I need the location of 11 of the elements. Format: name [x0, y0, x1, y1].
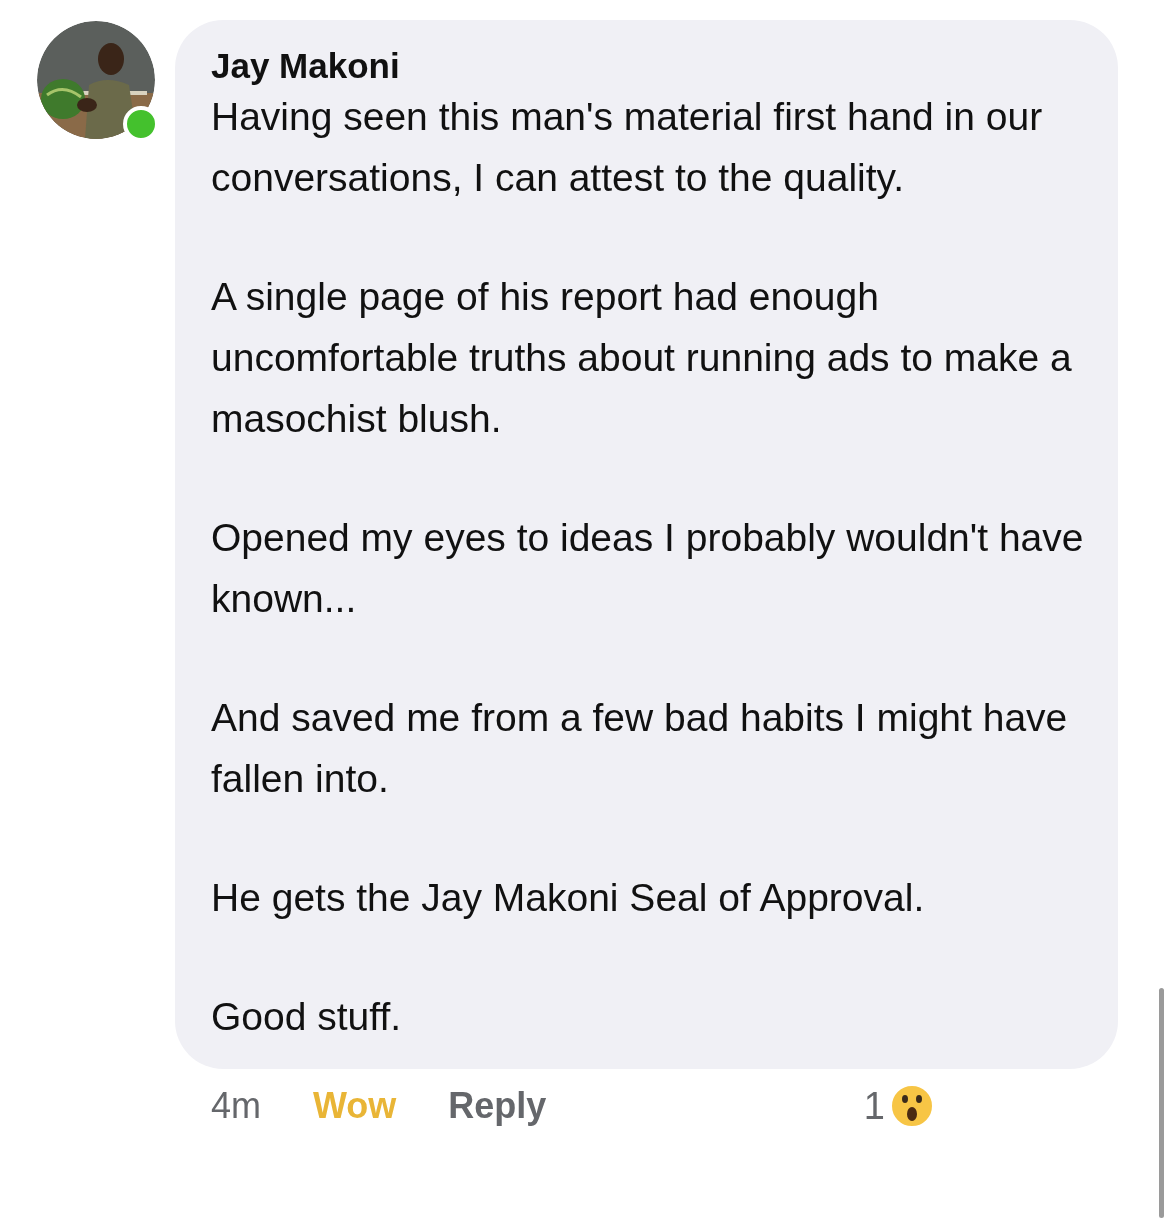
- author-name[interactable]: Jay Makoni: [211, 46, 1088, 86]
- comment-text: Good stuff.: [211, 994, 403, 1040]
- comment-text: Having seen this man's material first hand in our conversations, I can attest to the quality.: [211, 94, 1044, 201]
- comment-text: He gets the Jay Makoni Seal of Approval.: [211, 875, 926, 921]
- reaction-count: 1: [863, 1084, 885, 1128]
- comment-text: And saved me from a few bad habits I might have fallen into.: [211, 695, 1069, 802]
- comment-text: A single page of his report had enough uncomfortable truths about running ads to make a masochist blush.: [211, 274, 1073, 442]
- timestamp: 4m: [211, 1085, 261, 1127]
- comment-text: Opened my eyes to ideas I probably wouldn't have known...: [211, 515, 1085, 622]
- reply-link[interactable]: Reply: [448, 1085, 547, 1127]
- surprised-emoji-icon: [889, 1083, 935, 1129]
